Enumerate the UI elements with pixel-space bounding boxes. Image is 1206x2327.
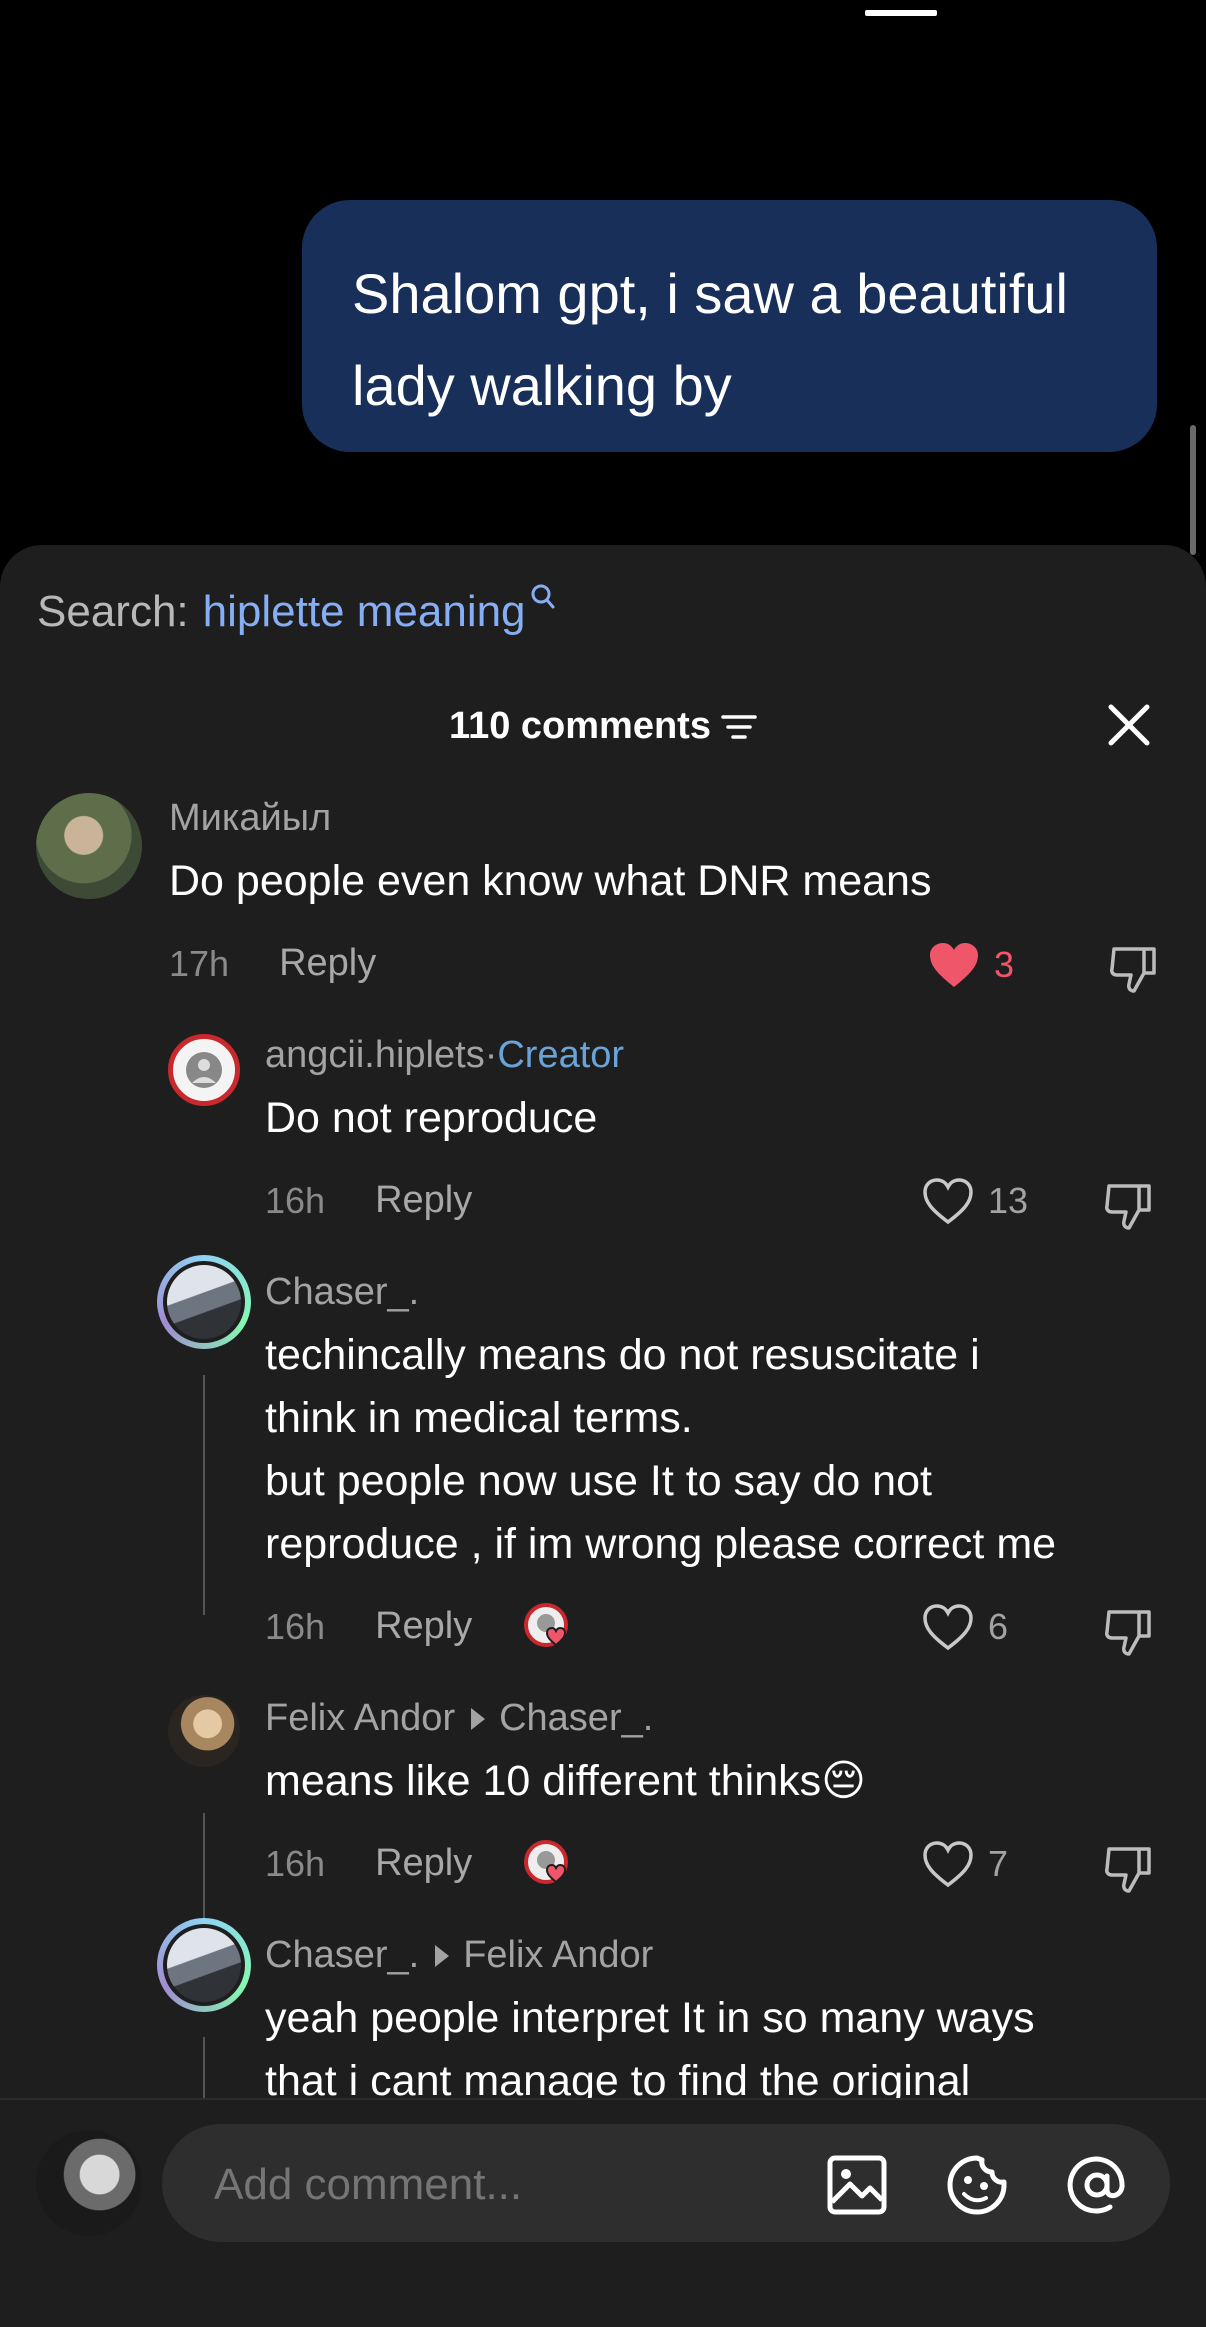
reply-button[interactable]: Reply: [375, 1605, 472, 1648]
reply-to-arrow-icon: [471, 1707, 486, 1730]
reply-to-username[interactable]: Chaser_.: [499, 1697, 653, 1740]
comment-input[interactable]: [214, 2160, 774, 2210]
top-handle: [865, 10, 937, 16]
comment-username: Felix Andor Chaser_.: [265, 1697, 653, 1740]
heart-icon: [923, 1178, 973, 1225]
separator-dot: ·: [484, 1034, 498, 1076]
like-button[interactable]: 13: [922, 1177, 1028, 1225]
comment-meta: 16h Reply: [265, 1842, 472, 1885]
comment-text: Do not reproduce: [265, 1094, 598, 1142]
heart-icon: [923, 1841, 973, 1888]
username-link[interactable]: Chaser_.: [265, 1934, 419, 1977]
thread-line: [203, 2037, 205, 2107]
comment-time: 16h: [265, 1842, 326, 1884]
reply-to-username[interactable]: Felix Andor: [463, 1934, 653, 1977]
close-icon[interactable]: [1105, 701, 1153, 749]
mention-icon[interactable]: [1066, 2154, 1128, 2216]
comment-username: angcii.hiplets · Creator: [265, 1034, 624, 1077]
comment-meta: 17h Reply: [169, 942, 376, 985]
like-button[interactable]: 6: [922, 1603, 1008, 1651]
avatar[interactable]: [168, 1034, 240, 1106]
dislike-icon[interactable]: [1108, 943, 1158, 995]
comment-line: reproduce , if im wrong please correct m…: [265, 1520, 1057, 1568]
search-query-link[interactable]: hiplette meaning: [203, 587, 526, 637]
thread-line: [203, 1375, 205, 1615]
logo-icon: [186, 1052, 222, 1088]
scroll-indicator[interactable]: [1190, 425, 1196, 555]
comment-text: techincally means do not resuscitate i t…: [265, 1324, 1185, 1576]
creator-liked-badge: [524, 1840, 568, 1884]
emoji-icon[interactable]: [946, 2154, 1008, 2216]
comment-username: Chaser_. Felix Andor: [265, 1934, 653, 1977]
comments-sheet: Search: hiplette meaning 110 comments Ми…: [0, 545, 1206, 2327]
comment-username[interactable]: Chaser_.: [265, 1271, 419, 1314]
username-link[interactable]: angcii.hiplets: [265, 1034, 485, 1077]
comment-text: Do people even know what DNR means: [169, 857, 932, 905]
reply-button[interactable]: Reply: [375, 1179, 472, 1222]
dislike-icon[interactable]: [1103, 1180, 1153, 1232]
dislike-icon[interactable]: [1103, 1843, 1153, 1895]
comment-meta: 16h Reply: [265, 1179, 472, 1222]
pensive-emoji: 😔: [821, 1756, 866, 1806]
comments-header: 110 comments: [0, 704, 1206, 755]
creator-badge: Creator: [497, 1034, 625, 1076]
comment-line: think in medical terms.: [265, 1394, 693, 1442]
search-suggestion[interactable]: Search: hiplette meaning: [37, 584, 558, 637]
heart-icon: [923, 1604, 973, 1651]
current-user-avatar[interactable]: [36, 2130, 142, 2236]
comment-username[interactable]: Микайыл: [169, 797, 331, 840]
avatar[interactable]: [157, 1918, 251, 2012]
comment-meta: 16h Reply: [265, 1605, 472, 1648]
like-count: 7: [988, 1843, 1009, 1884]
comment-composer-bar: [0, 2098, 1206, 2327]
username-link[interactable]: Felix Andor: [265, 1697, 455, 1740]
creator-liked-badge: [524, 1603, 568, 1647]
avatar[interactable]: [36, 793, 142, 899]
avatar[interactable]: [168, 1695, 240, 1767]
like-count: 3: [994, 944, 1015, 985]
comment-time: 17h: [169, 942, 230, 984]
reply-button[interactable]: Reply: [279, 942, 376, 985]
comment-line: but people now use It to say do not: [265, 1457, 932, 1505]
comment-text: means like 10 different thinks😔: [265, 1750, 866, 1813]
avatar[interactable]: [157, 1255, 251, 1349]
reply-to-arrow-icon: [435, 1944, 450, 1967]
search-label: Search:: [37, 587, 189, 636]
like-count: 13: [988, 1180, 1029, 1221]
comments-count[interactable]: 110 comments: [0, 705, 1206, 748]
like-button[interactable]: 7: [922, 1840, 1008, 1888]
like-button[interactable]: 3: [928, 941, 1014, 989]
comments-count-label: 110 comments: [449, 705, 711, 747]
comment-line: yeah people interpret It in so many ways: [265, 1994, 1035, 2042]
chat-message-text: Shalom gpt, i saw a beautiful lady walki…: [352, 262, 1068, 417]
chat-message-bubble: Shalom gpt, i saw a beautiful lady walki…: [302, 200, 1157, 452]
filter-icon[interactable]: [721, 712, 757, 742]
dislike-icon[interactable]: [1103, 1606, 1153, 1658]
comment-time: 16h: [265, 1605, 326, 1647]
like-count: 6: [988, 1606, 1009, 1647]
comment-text: yeah people interpret It in so many ways…: [265, 1987, 1185, 2113]
heart-icon: [930, 943, 978, 987]
comment-input-container[interactable]: [162, 2124, 1170, 2242]
comment-time: 16h: [265, 1179, 326, 1221]
reply-button[interactable]: Reply: [375, 1842, 472, 1885]
comment-line: techincally means do not resuscitate i: [265, 1331, 980, 1379]
search-icon: [531, 584, 555, 609]
comment-text-body: means like 10 different thinks: [265, 1757, 822, 1805]
image-icon[interactable]: [826, 2154, 888, 2216]
